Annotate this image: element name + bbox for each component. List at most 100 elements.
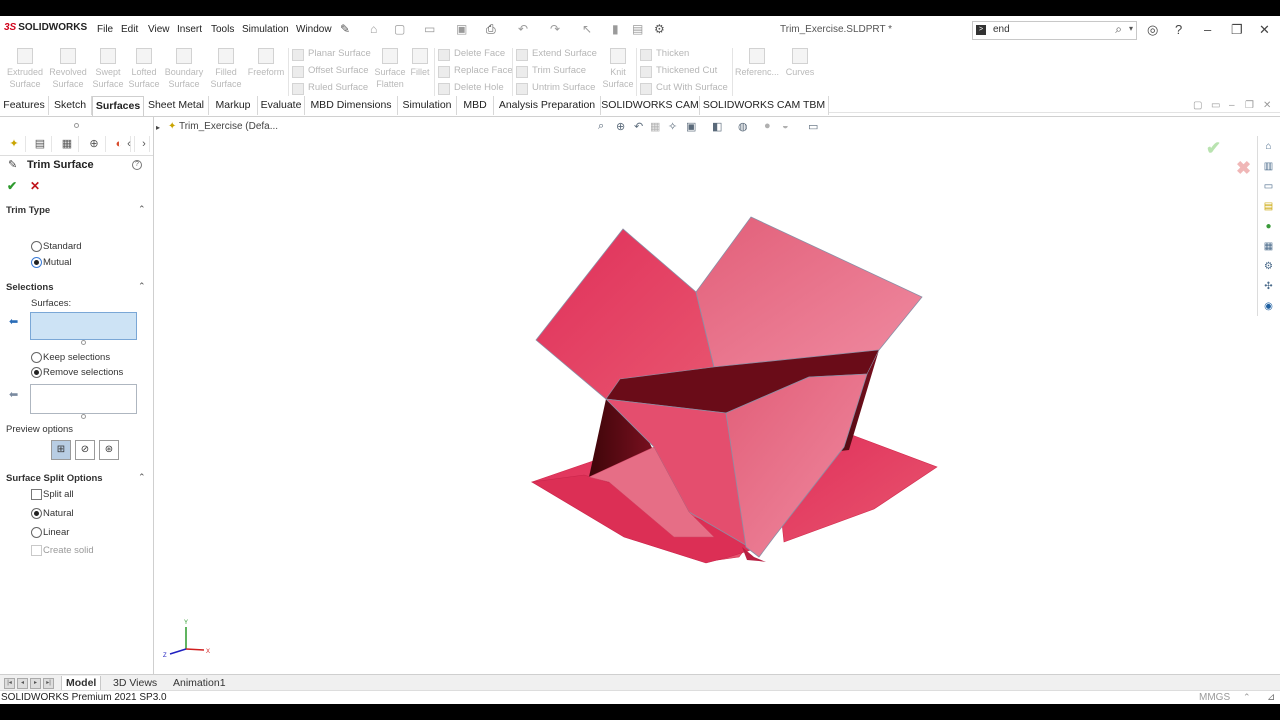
thickened-cut-button[interactable]: Thickened Cut bbox=[638, 63, 717, 79]
file-explorer-icon[interactable]: ▭ bbox=[1262, 180, 1275, 193]
trimmed-surface-model[interactable] bbox=[531, 216, 938, 564]
offset-surface-button[interactable]: Offset Surface bbox=[290, 63, 369, 79]
configuration-manager-icon[interactable]: ▦ bbox=[56, 136, 79, 152]
solidworks-resources-icon[interactable]: ⌂ bbox=[1262, 140, 1275, 153]
reference-geometry-button[interactable]: Referenc... bbox=[734, 46, 780, 78]
help-icon[interactable]: ? bbox=[1175, 22, 1182, 37]
collapse-icon[interactable]: ⌃ bbox=[138, 472, 146, 483]
scroll-left-icon[interactable]: ‹ bbox=[124, 136, 135, 152]
show-included-preview-icon[interactable]: ⊞ bbox=[51, 440, 71, 460]
menu-view[interactable]: View bbox=[148, 24, 170, 35]
fillet-button[interactable]: Fillet bbox=[402, 46, 438, 78]
create-solid-checkbox[interactable] bbox=[31, 545, 42, 556]
search-icon[interactable]: ⌕ bbox=[1115, 22, 1122, 37]
forum-icon[interactable]: ⚙ bbox=[1262, 260, 1275, 273]
tab-analysis-preparation[interactable]: Analysis Preparation bbox=[494, 96, 601, 115]
tab-mbd[interactable]: MBD bbox=[457, 96, 494, 115]
boundary-surface-button[interactable]: Boundary Surface bbox=[164, 46, 204, 90]
untrim-surface-button[interactable]: Untrim Surface bbox=[514, 80, 595, 96]
tree-root[interactable]: ✦ Trim_Exercise (Defa... bbox=[168, 121, 278, 132]
menu-tools[interactable]: Tools bbox=[211, 24, 234, 35]
tab-simulation[interactable]: Simulation bbox=[398, 96, 457, 115]
filled-surface-button[interactable]: Filled Surface bbox=[206, 46, 246, 90]
pieces-list[interactable] bbox=[30, 384, 137, 414]
collapse-icon[interactable]: ⌃ bbox=[138, 204, 146, 215]
next-tab-icon[interactable]: ▸ bbox=[30, 678, 41, 689]
split-all-label[interactable]: Split all bbox=[43, 489, 74, 500]
natural-radio[interactable] bbox=[31, 508, 42, 519]
menu-file[interactable]: File bbox=[97, 24, 113, 35]
design-library-icon[interactable]: ▥ bbox=[1262, 160, 1275, 173]
delete-face-button[interactable]: Delete Face bbox=[436, 46, 505, 62]
remove-selections-label[interactable]: Remove selections bbox=[43, 367, 123, 378]
tab-sheet-metal[interactable]: Sheet Metal bbox=[144, 96, 209, 115]
curves-button[interactable]: Curves bbox=[780, 46, 820, 78]
help-icon[interactable]: ? bbox=[132, 160, 142, 170]
pin-icon[interactable]: ✎ bbox=[340, 22, 350, 36]
menu-insert[interactable]: Insert bbox=[177, 24, 202, 35]
open-icon[interactable]: ▭ bbox=[424, 22, 435, 36]
options-gear-icon[interactable]: ⚙ bbox=[654, 22, 665, 36]
selections-heading[interactable]: Selections bbox=[6, 282, 54, 293]
resize-grip-icon[interactable]: ⊿ bbox=[1267, 692, 1275, 703]
show-untrimmed-preview-icon[interactable]: ⊛ bbox=[99, 440, 119, 460]
zoom-to-fit-icon[interactable]: ⌕ bbox=[598, 120, 604, 133]
chevron-up-icon[interactable]: ⌃ bbox=[1243, 692, 1251, 703]
collapse-icon[interactable]: ⌃ bbox=[138, 281, 146, 292]
confirm-cancel-icon[interactable]: ✖ bbox=[1236, 158, 1251, 179]
doc-window-icon[interactable]: ▭ bbox=[1211, 100, 1220, 111]
replace-face-button[interactable]: Replace Face bbox=[436, 63, 513, 79]
lofted-surface-button[interactable]: Lofted Surface bbox=[124, 46, 164, 90]
graphics-area[interactable]: Y X Z bbox=[154, 117, 1257, 689]
tab-animation1[interactable]: Animation1 bbox=[173, 676, 226, 690]
freeform-button[interactable]: Freeform bbox=[246, 46, 286, 78]
keep-selections-radio[interactable] bbox=[31, 352, 42, 363]
zoom-to-area-icon[interactable]: ⊕ bbox=[616, 120, 625, 133]
ok-button[interactable]: ✔ bbox=[7, 179, 17, 193]
surface-split-options-heading[interactable]: Surface Split Options bbox=[6, 473, 103, 484]
mutual-label[interactable]: Mutual bbox=[43, 257, 72, 268]
apply-scene-icon[interactable]: ◒ bbox=[782, 120, 789, 132]
display-style-icon[interactable]: ◧ bbox=[712, 120, 722, 133]
ruled-surface-button[interactable]: Ruled Surface bbox=[290, 80, 368, 96]
standard-radio[interactable] bbox=[31, 241, 42, 252]
standard-label[interactable]: Standard bbox=[43, 241, 82, 252]
menu-simulation[interactable]: Simulation bbox=[242, 24, 289, 35]
natural-label[interactable]: Natural bbox=[43, 508, 74, 519]
planar-surface-button[interactable]: Planar Surface bbox=[290, 46, 371, 62]
close-icon[interactable]: ✕ bbox=[1259, 22, 1270, 38]
view-palette-icon[interactable]: ▤ bbox=[1262, 200, 1275, 213]
swept-surface-button[interactable]: Swept Surface bbox=[88, 46, 128, 90]
thicken-button[interactable]: Thicken bbox=[638, 46, 689, 62]
rebuild-icon[interactable]: ▮ bbox=[612, 22, 619, 36]
tree-expand-icon[interactable]: ▸ bbox=[156, 123, 160, 132]
print-icon[interactable]: ⎙ bbox=[486, 22, 496, 37]
undo-icon[interactable]: ↶ bbox=[518, 22, 528, 36]
chevron-down-icon[interactable]: ▾ bbox=[1129, 24, 1133, 33]
hide-show-items-icon[interactable]: ◍ bbox=[738, 120, 748, 133]
view-orientation-icon[interactable]: ▣ bbox=[686, 120, 696, 133]
save-icon[interactable]: ▣ bbox=[456, 22, 467, 36]
surfaces-list[interactable] bbox=[30, 312, 137, 340]
mutual-radio[interactable] bbox=[31, 257, 42, 268]
new-document-icon[interactable]: ▢ bbox=[394, 22, 405, 36]
cut-with-surface-button[interactable]: Cut With Surface bbox=[638, 80, 728, 96]
dimxpert-icon[interactable]: ⊕ bbox=[83, 136, 106, 152]
view-settings-icon[interactable]: ▭ bbox=[808, 120, 818, 133]
tab-3d-views[interactable]: 3D Views bbox=[113, 676, 157, 690]
menu-window[interactable]: Window bbox=[296, 24, 332, 35]
appearances-icon[interactable]: ● bbox=[1262, 220, 1275, 233]
model-viewport[interactable]: Y X Z bbox=[154, 117, 1257, 689]
redo-icon[interactable]: ↷ bbox=[550, 22, 560, 36]
tile-icon[interactable]: ▢ bbox=[1193, 100, 1202, 111]
right-upper-surface[interactable] bbox=[695, 216, 923, 368]
tab-solidworks-cam[interactable]: SOLIDWORKS CAM bbox=[601, 96, 700, 115]
minimize-icon[interactable]: – bbox=[1204, 22, 1211, 37]
solidworks-plm-icon[interactable]: ✣ bbox=[1262, 280, 1275, 293]
cancel-button[interactable]: ✕ bbox=[30, 179, 40, 193]
first-tab-icon[interactable]: |◂ bbox=[4, 678, 15, 689]
linear-label[interactable]: Linear bbox=[43, 527, 69, 538]
panel-grip[interactable] bbox=[74, 123, 79, 128]
menu-edit[interactable]: Edit bbox=[121, 24, 138, 35]
select-icon[interactable]: ↖ bbox=[582, 22, 592, 36]
